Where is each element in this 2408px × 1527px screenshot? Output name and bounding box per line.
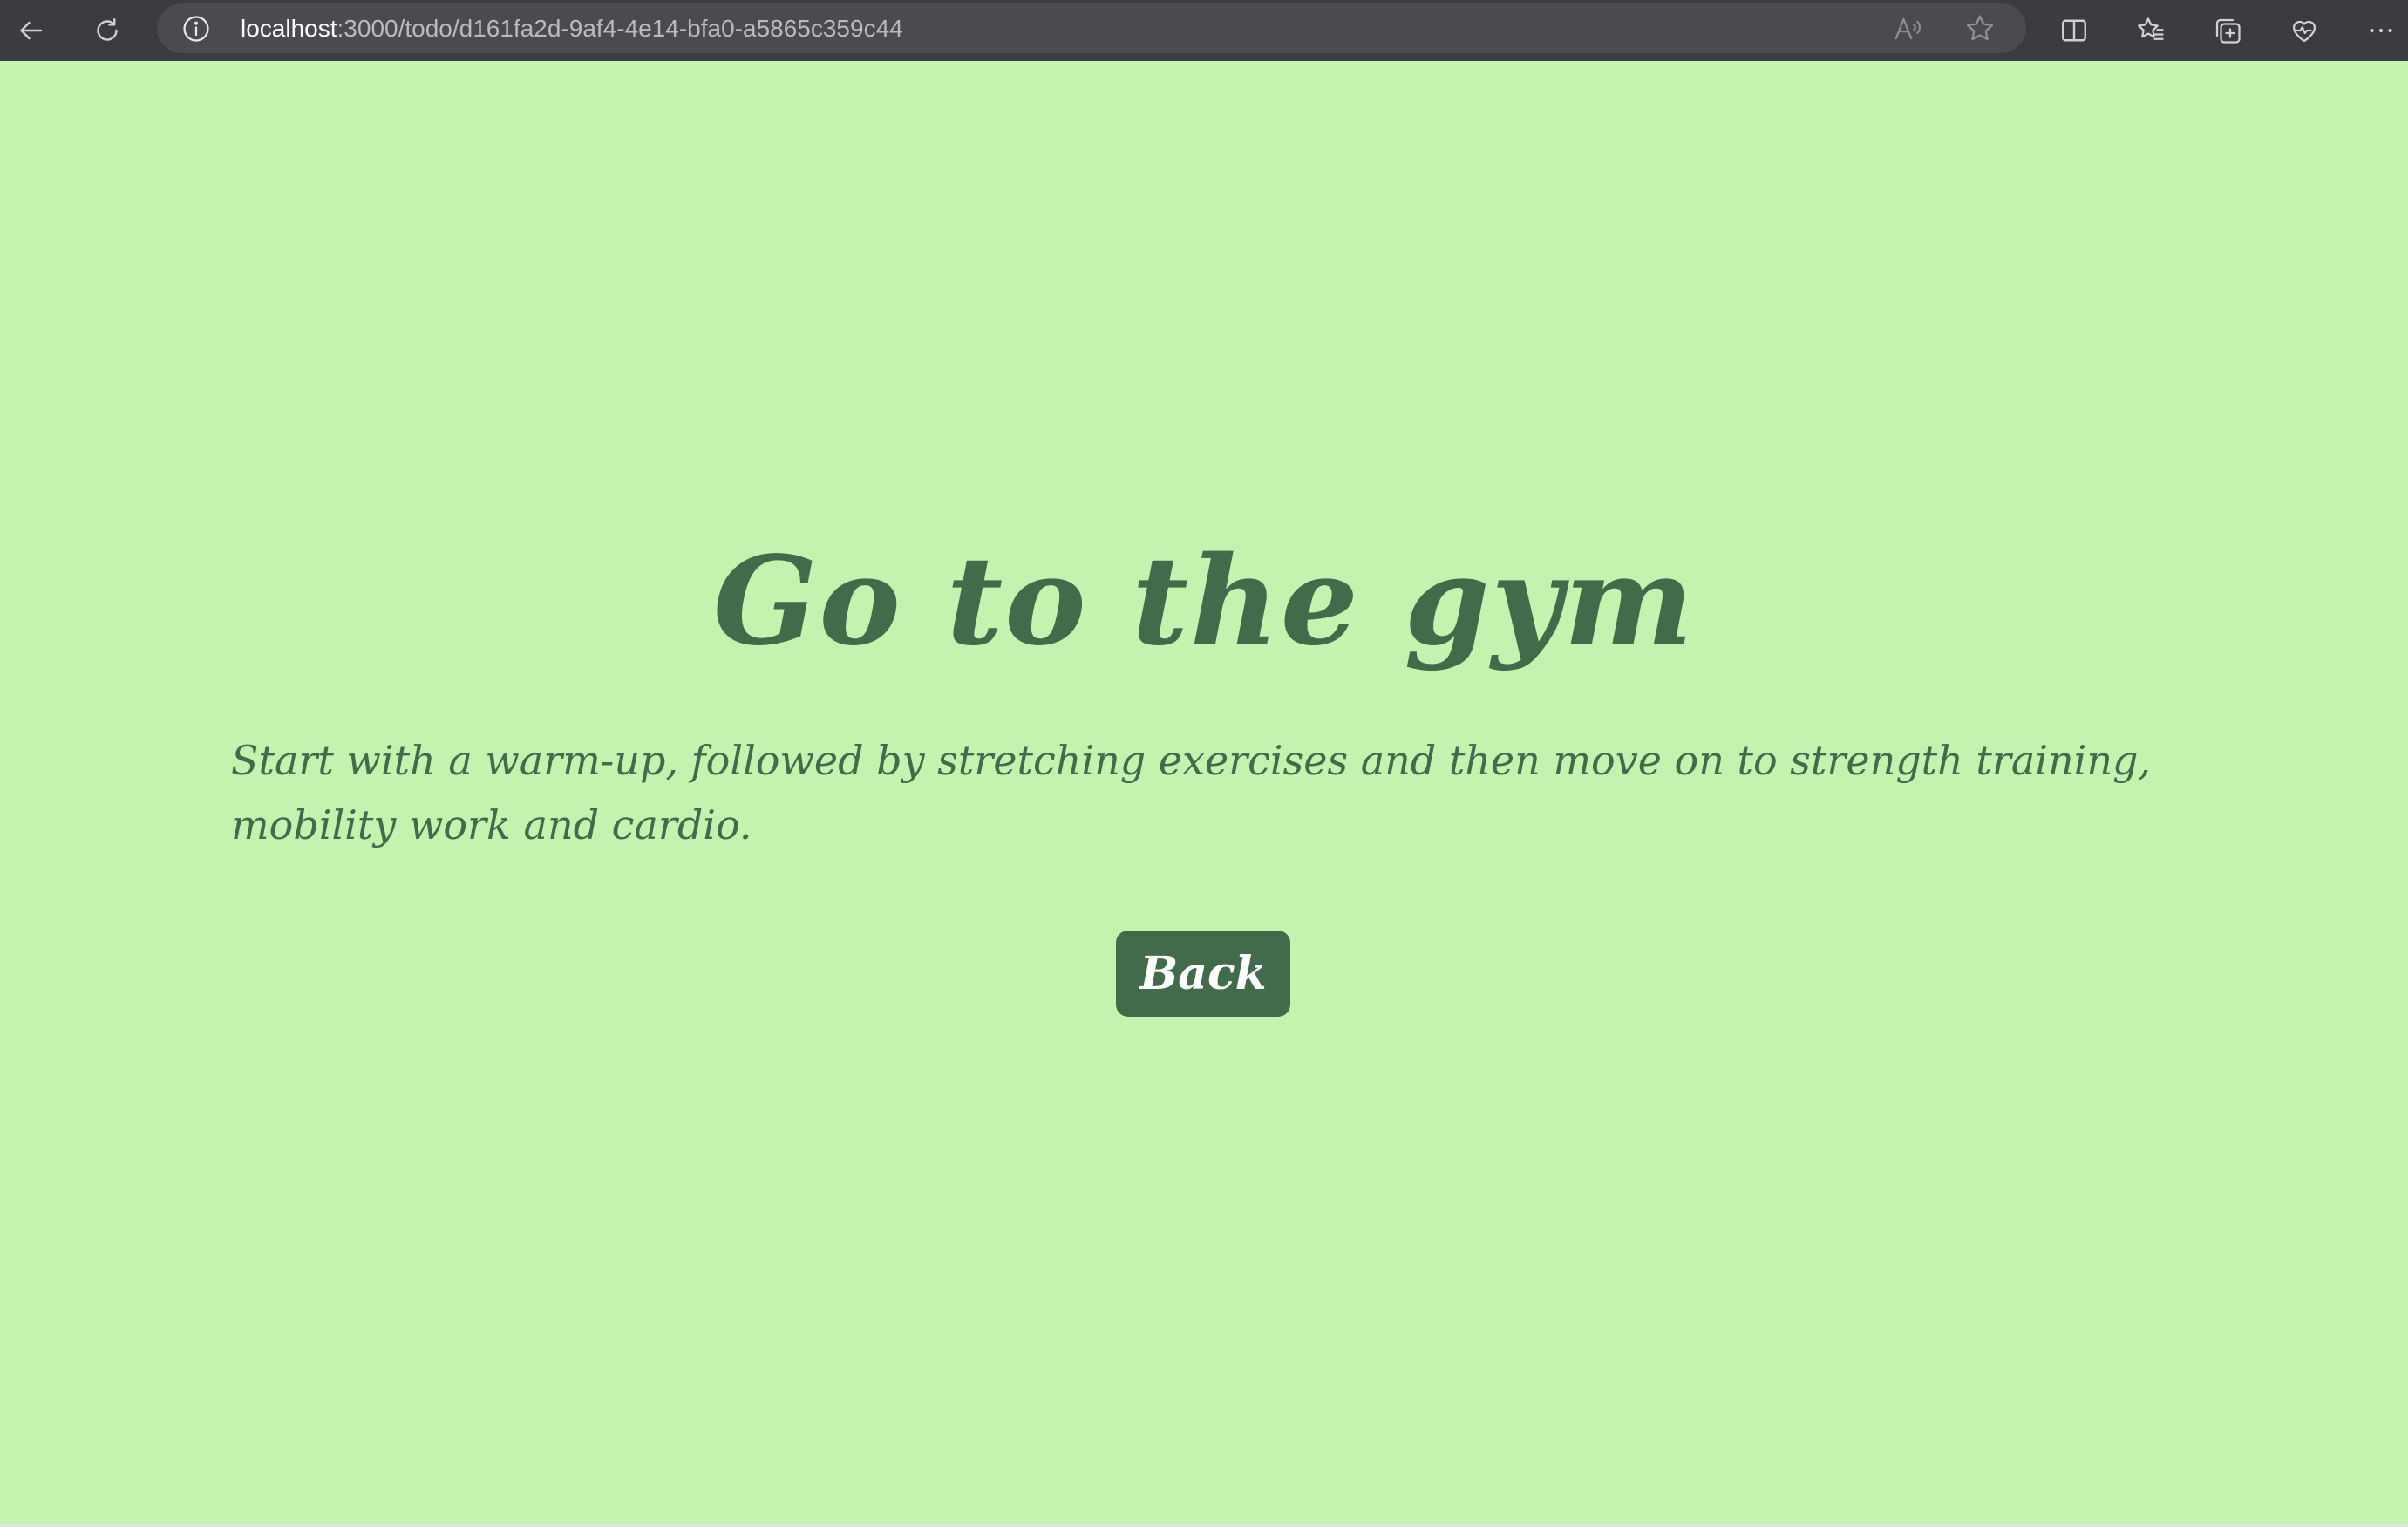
todo-description: Start with a warm-up, followed by stretc… (231, 737, 2152, 849)
refresh-icon[interactable] (85, 9, 129, 52)
url-text[interactable]: localhost:3000/todo/d161fa2d-9af4-4e14-b… (241, 3, 903, 53)
star-icon[interactable] (1963, 12, 1996, 45)
page-title: Go to the gym (712, 530, 1696, 673)
address-bar[interactable]: localhost:3000/todo/d161fa2d-9af4-4e14-b… (157, 3, 2026, 53)
favorites-list-icon[interactable] (2129, 9, 2173, 52)
back-button[interactable]: Back (1116, 931, 1290, 1017)
more-icon[interactable] (2359, 9, 2403, 52)
browser-toolbar: localhost:3000/todo/d161fa2d-9af4-4e14-b… (0, 0, 2408, 61)
info-icon[interactable] (181, 14, 211, 44)
todo-detail-page: Go to the gym Start with a warm-up, foll… (0, 61, 2408, 1524)
collections-icon[interactable] (2206, 9, 2249, 52)
read-aloud-icon[interactable] (1892, 12, 1925, 45)
url-host: localhost (241, 15, 337, 42)
split-screen-icon[interactable] (2052, 9, 2096, 52)
browser-essentials-icon[interactable] (2282, 9, 2326, 52)
url-path: :3000/todo/d161fa2d-9af4-4e14-bfa0-a5865… (337, 15, 903, 42)
back-arrow-icon[interactable] (9, 9, 52, 52)
